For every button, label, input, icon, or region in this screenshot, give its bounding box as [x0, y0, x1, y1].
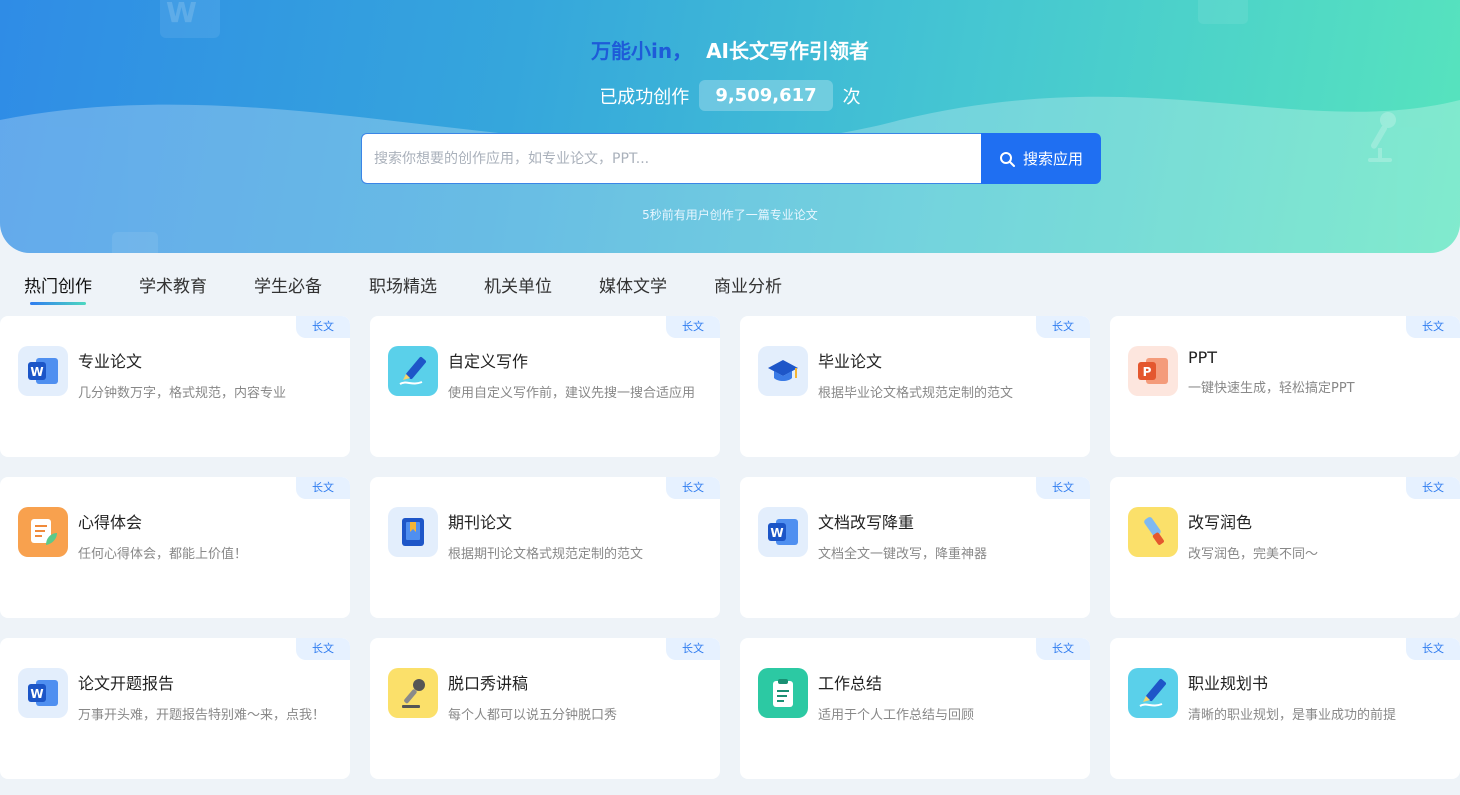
card-description: 根据期刊论文格式规范定制的范文: [448, 547, 644, 562]
app-card-grid: 长文 W 专业论文 几分钟数万字，格式规范，内容专业 长文 自定义写作 使用自定…: [0, 316, 1460, 779]
slogan: 万能小in， AI长文写作引领者: [0, 35, 1460, 64]
brush-icon: [1128, 507, 1178, 557]
microphone-decoration-icon: [1368, 112, 1396, 162]
long-text-badge: 长文: [296, 477, 350, 499]
search-bar: 搜索应用: [361, 133, 1101, 184]
tagline: AI长文写作引领者: [706, 39, 869, 63]
pen-icon: [388, 346, 438, 396]
word-decoration-icon: W: [160, 0, 220, 38]
search-button[interactable]: 搜索应用: [981, 133, 1101, 184]
app-card-journal-paper[interactable]: 长文 期刊论文 根据期刊论文格式规范定制的范文: [370, 477, 720, 618]
tab-student[interactable]: 学生必备: [254, 272, 322, 305]
card-description: 几分钟数万字，格式规范，内容专业: [78, 386, 287, 401]
card-title: 自定义写作: [448, 352, 529, 371]
card-title: 心得体会: [78, 513, 143, 532]
card-title: 期刊论文: [448, 513, 513, 532]
card-description: 使用自定义写作前，建议先搜一搜合适应用: [448, 386, 696, 401]
card-description: 万事开头难，开题报告特别难～来，点我！: [78, 708, 326, 723]
activity-notice: 5秒前有用户创作了一篇专业论文: [642, 208, 818, 222]
svg-text:W: W: [30, 687, 43, 701]
hero-banner: W 万能小in， AI长文写作引领者 已成功创作 9,509,617 次 搜索应用…: [0, 0, 1460, 253]
card-description: 一键快速生成，轻松搞定PPT: [1188, 381, 1355, 396]
app-card-polish[interactable]: 长文 改写润色 改写润色，完美不同～: [1110, 477, 1460, 618]
long-text-badge: 长文: [296, 316, 350, 338]
journal-book-icon: [388, 507, 438, 557]
word-icon: W: [18, 668, 68, 718]
count-suffix: 次: [842, 86, 861, 108]
category-tabs: 热门创作 学术教育 学生必备 职场精选 机关单位 媒体文学 商业分析: [24, 272, 829, 305]
pen-icon: [1128, 668, 1178, 718]
app-card-reflection[interactable]: 长文 心得体会 任何心得体会，都能上价值！: [0, 477, 350, 618]
ppt-icon: P: [1128, 346, 1178, 396]
app-card-custom-writing[interactable]: 长文 自定义写作 使用自定义写作前，建议先搜一搜合适应用: [370, 316, 720, 457]
app-card-work-summary[interactable]: 长文 工作总结 适用于个人工作总结与回顾: [740, 638, 1090, 779]
long-text-badge: 长文: [666, 316, 720, 338]
card-description: 任何心得体会，都能上价值！: [78, 547, 248, 562]
brand-name: 万能小in，: [590, 39, 693, 63]
card-title: PPT: [1188, 348, 1218, 367]
tab-hot[interactable]: 热门创作: [24, 272, 92, 305]
microphone-icon: [388, 668, 438, 718]
long-text-badge: 长文: [1406, 638, 1460, 660]
card-title: 专业论文: [78, 352, 143, 371]
card-title: 脱口秀讲稿: [448, 674, 529, 693]
long-text-badge: 长文: [296, 638, 350, 660]
card-description: 清晰的职业规划，是事业成功的前提: [1188, 708, 1397, 723]
card-description: 适用于个人工作总结与回顾: [818, 708, 975, 723]
card-title: 职业规划书: [1188, 674, 1269, 693]
card-description: 根据毕业论文格式规范定制的范文: [818, 386, 1014, 401]
card-description: 改写润色，完美不同～: [1188, 547, 1319, 562]
svg-text:P: P: [1143, 365, 1152, 379]
app-card-career-plan[interactable]: 长文 职业规划书 清晰的职业规划，是事业成功的前提: [1110, 638, 1460, 779]
app-card-document-rewrite[interactable]: 长文 W 文档改写降重 文档全文一键改写，降重神器: [740, 477, 1090, 618]
card-title: 工作总结: [818, 674, 883, 693]
tab-business[interactable]: 商业分析: [714, 272, 782, 305]
creation-counter: 已成功创作 9,509,617 次: [0, 80, 1460, 111]
card-title: 毕业论文: [818, 352, 883, 371]
card-description: 文档全文一键改写，降重神器: [818, 547, 988, 562]
toolbox-decoration-icon: [112, 232, 158, 253]
notebook-leaf-icon: [18, 507, 68, 557]
search-button-label: 搜索应用: [1022, 150, 1083, 168]
tab-government[interactable]: 机关单位: [484, 272, 552, 305]
app-card-graduation-thesis[interactable]: 长文 毕业论文 根据毕业论文格式规范定制的范文: [740, 316, 1090, 457]
card-title: 论文开题报告: [78, 674, 175, 693]
svg-text:W: W: [770, 526, 783, 540]
long-text-badge: 长文: [1036, 316, 1090, 338]
long-text-badge: 长文: [666, 638, 720, 660]
card-description: 每个人都可以说五分钟脱口秀: [448, 708, 618, 723]
word-icon: W: [758, 507, 808, 557]
search-icon: [999, 151, 1015, 167]
tab-academic[interactable]: 学术教育: [139, 272, 207, 305]
app-card-ppt[interactable]: 长文 P PPT 一键快速生成，轻松搞定PPT: [1110, 316, 1460, 457]
graduation-cap-icon: [758, 346, 808, 396]
search-input[interactable]: [361, 133, 981, 184]
long-text-badge: 长文: [1036, 638, 1090, 660]
long-text-badge: 长文: [1406, 316, 1460, 338]
app-card-professional-paper[interactable]: 长文 W 专业论文 几分钟数万字，格式规范，内容专业: [0, 316, 350, 457]
long-text-badge: 长文: [1036, 477, 1090, 499]
tab-media[interactable]: 媒体文学: [599, 272, 667, 305]
count-prefix: 已成功创作: [599, 86, 690, 108]
tab-workplace[interactable]: 职场精选: [369, 272, 437, 305]
long-text-badge: 长文: [1406, 477, 1460, 499]
long-text-badge: 长文: [666, 477, 720, 499]
clipboard-icon: [758, 668, 808, 718]
app-card-proposal-report[interactable]: 长文 W 论文开题报告 万事开头难，开题报告特别难～来，点我！: [0, 638, 350, 779]
card-title: 文档改写降重: [818, 513, 915, 532]
count-value: 9,509,617: [699, 80, 833, 111]
document-decoration-icon: [1198, 0, 1248, 24]
word-icon: W: [18, 346, 68, 396]
card-title: 改写润色: [1188, 513, 1253, 532]
svg-text:W: W: [30, 365, 43, 379]
app-card-talk-show[interactable]: 长文 脱口秀讲稿 每个人都可以说五分钟脱口秀: [370, 638, 720, 779]
